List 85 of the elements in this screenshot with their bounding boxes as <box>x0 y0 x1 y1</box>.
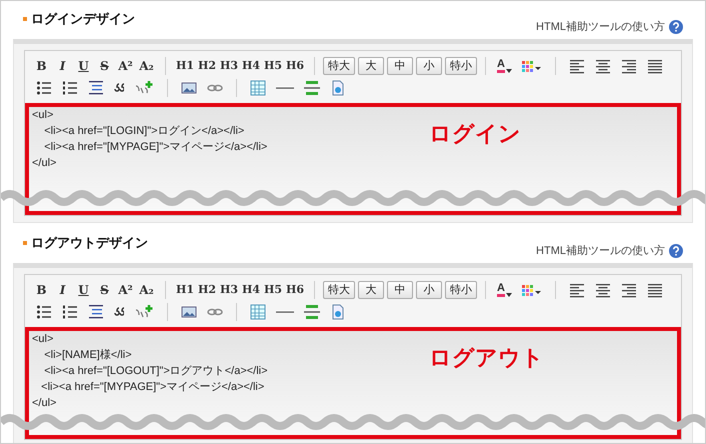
heading-button[interactable]: H1 <box>174 282 196 298</box>
code-textarea[interactable]: <ul> <li>[NAME]様</li> <li><a href="[LOGOUT]">ログアウト</a></li> <li><a href="[MYPAGE]">マイページ</a></li> </ul> ログアウト <box>25 327 681 439</box>
format-button[interactable]: S <box>94 57 115 75</box>
align-icon[interactable] <box>568 58 585 74</box>
format-button[interactable]: A² <box>115 281 136 299</box>
heading-button[interactable]: H4 <box>240 58 262 74</box>
code-textarea[interactable]: <ul> <li><a href="[LOGIN]">ログイン</a></li> <li><a href="[MYPAGE]">マイページ</a></li> </ul> ログイン <box>25 103 681 215</box>
font-size-button[interactable]: 特大 <box>323 281 355 299</box>
heading-button[interactable]: H2 <box>196 58 218 74</box>
caret-icon <box>506 69 512 73</box>
font-color-button[interactable]: A <box>494 283 515 297</box>
code-line: <li><a href="[LOGOUT]">ログアウト</a></li> <box>43 364 268 379</box>
font-size-button[interactable]: 中 <box>387 281 413 299</box>
format-button[interactable]: A₂ <box>136 281 157 299</box>
numbered-list-icon[interactable] <box>62 80 78 96</box>
align-icon[interactable] <box>594 58 611 74</box>
help-icon[interactable] <box>669 244 683 258</box>
div-add-icon[interactable] <box>134 304 154 320</box>
heading-button[interactable]: H6 <box>284 282 306 298</box>
font-size-button[interactable]: 大 <box>358 57 384 75</box>
caret-icon <box>506 293 512 297</box>
align-icon[interactable] <box>568 282 585 298</box>
annotation-label: ログアウト <box>429 347 544 369</box>
font-size-button[interactable]: 特小 <box>445 281 477 299</box>
font-size-button[interactable]: 小 <box>416 57 442 75</box>
align-icon[interactable] <box>594 282 611 298</box>
section-marker-icon <box>23 240 27 245</box>
color-grid-icon[interactable] <box>520 58 542 74</box>
code-line: <li><a href="[MYPAGE]">マイページ</a></li> <box>40 380 264 395</box>
format-button[interactable]: I <box>52 281 73 299</box>
code-line: <li><a href="[LOGIN]">ログイン</a></li> <box>43 124 244 139</box>
bullet-list-icon[interactable] <box>36 304 52 320</box>
format-button[interactable]: B <box>31 57 52 75</box>
table-icon[interactable] <box>250 80 266 96</box>
numbered-list-icon[interactable] <box>62 304 78 320</box>
bullet-list-icon[interactable] <box>36 80 52 96</box>
format-button[interactable]: U <box>73 57 94 75</box>
align-icon[interactable] <box>646 282 663 298</box>
indent-icon[interactable] <box>88 304 104 320</box>
help-link[interactable]: HTML補助ツールの使い方 <box>536 242 665 259</box>
align-icon[interactable] <box>620 282 637 298</box>
font-size-button[interactable]: 中 <box>387 57 413 75</box>
format-button[interactable]: S <box>94 281 115 299</box>
section-title: ログアウトデザイン <box>31 234 148 252</box>
font-size-button[interactable]: 特小 <box>445 57 477 75</box>
section-marker-icon <box>23 16 27 21</box>
help-link[interactable]: HTML補助ツールの使い方 <box>536 18 665 35</box>
format-button[interactable]: U <box>73 281 94 299</box>
heading-button[interactable]: H3 <box>218 282 240 298</box>
code-line: <li><a href="[MYPAGE]">マイページ</a></li> <box>43 140 268 155</box>
font-size-button[interactable]: 特大 <box>323 57 355 75</box>
format-button[interactable]: B <box>31 281 52 299</box>
page-break-icon[interactable] <box>304 80 320 96</box>
font-size-button[interactable]: 小 <box>416 281 442 299</box>
heading-button[interactable]: H6 <box>284 58 306 74</box>
table-icon[interactable] <box>250 304 266 320</box>
align-icon[interactable] <box>646 58 663 74</box>
page-break-icon[interactable] <box>304 304 320 320</box>
document-icon[interactable] <box>330 80 346 96</box>
code-line: </ul> <box>32 156 56 171</box>
image-icon[interactable] <box>181 80 197 96</box>
annotation-label: ログイン <box>429 123 521 145</box>
indent-icon[interactable] <box>88 80 104 96</box>
heading-button[interactable]: H4 <box>240 282 262 298</box>
code-line: </ul> <box>32 396 56 411</box>
code-line: <li>[NAME]様</li> <box>43 348 132 363</box>
color-grid-icon[interactable] <box>520 282 542 298</box>
format-button[interactable]: A₂ <box>136 57 157 75</box>
help-icon[interactable] <box>669 20 683 34</box>
image-icon[interactable] <box>181 304 197 320</box>
font-size-button[interactable]: 大 <box>358 281 384 299</box>
heading-button[interactable]: H5 <box>262 282 284 298</box>
document-icon[interactable] <box>330 304 346 320</box>
heading-button[interactable]: H3 <box>218 58 240 74</box>
heading-button[interactable]: H5 <box>262 58 284 74</box>
section-title: ログインデザイン <box>31 10 135 28</box>
format-button[interactable]: I <box>52 57 73 75</box>
align-icon[interactable] <box>620 58 637 74</box>
code-line: <ul> <box>32 108 54 123</box>
heading-button[interactable]: H1 <box>174 58 196 74</box>
heading-button[interactable]: H2 <box>196 282 218 298</box>
div-add-icon[interactable] <box>134 80 154 96</box>
font-color-button[interactable]: A <box>494 59 515 73</box>
format-button[interactable]: A² <box>115 57 136 75</box>
code-line: <ul> <box>32 332 54 347</box>
